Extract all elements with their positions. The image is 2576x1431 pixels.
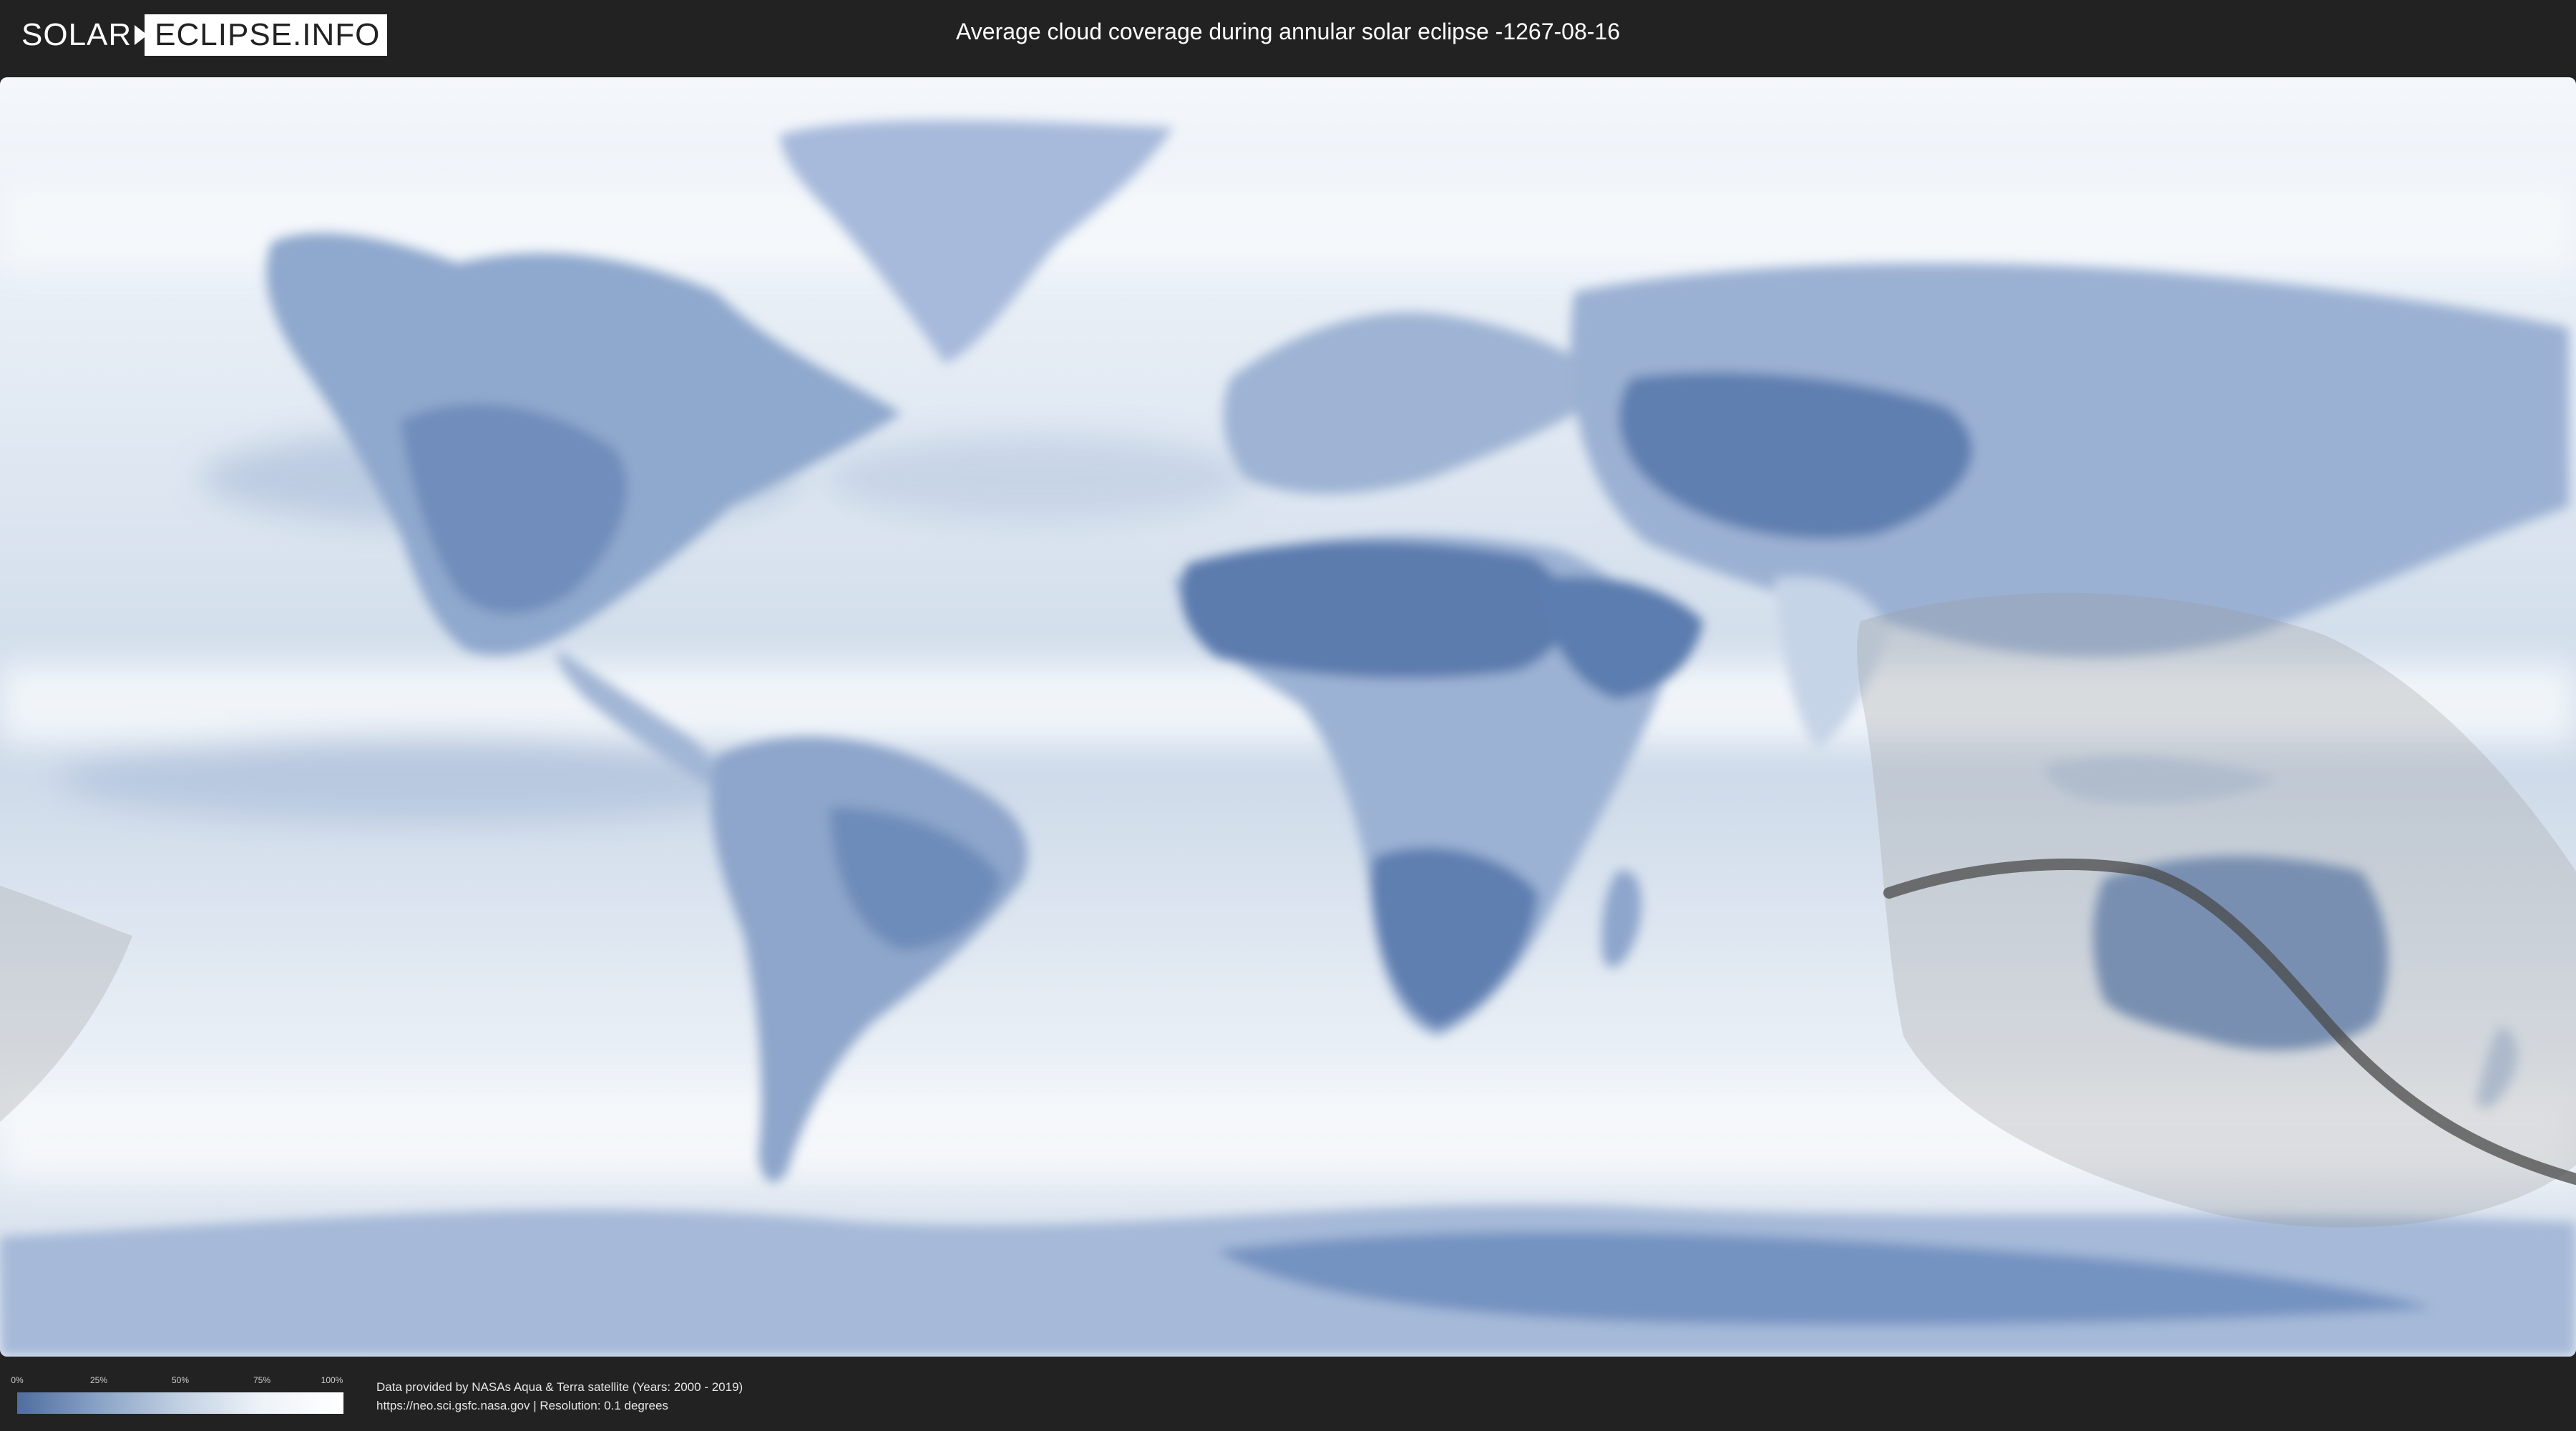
legend-tick-75: 75% — [253, 1375, 271, 1385]
cloud-coverage-map[interactable] — [0, 77, 2576, 1357]
cloud-coverage-legend: 0% 25% 50% 75% 100% — [11, 1375, 343, 1415]
page-title: Average cloud coverage during annular so… — [956, 19, 1620, 44]
map-canvas — [0, 77, 2576, 1357]
legend-tick-0: 0% — [11, 1375, 24, 1385]
credits-line-source: Data provided by NASAs Aqua & Terra sate… — [376, 1380, 743, 1394]
legend-gradient-bar — [17, 1392, 343, 1414]
sahara-dry — [1181, 541, 1568, 679]
credits-line-url: https://neo.sci.gsfc.nasa.gov | Resoluti… — [376, 1399, 668, 1412]
legend-tick-25: 25% — [89, 1375, 108, 1385]
legend-tick-50: 50% — [171, 1375, 190, 1385]
data-credits: Data provided by NASAs Aqua & Terra sate… — [376, 1378, 743, 1415]
legend-tick-100: 100% — [321, 1375, 343, 1385]
header-bar: SOLAR ECLIPSE.INFO Average cloud coverag… — [0, 0, 2576, 72]
